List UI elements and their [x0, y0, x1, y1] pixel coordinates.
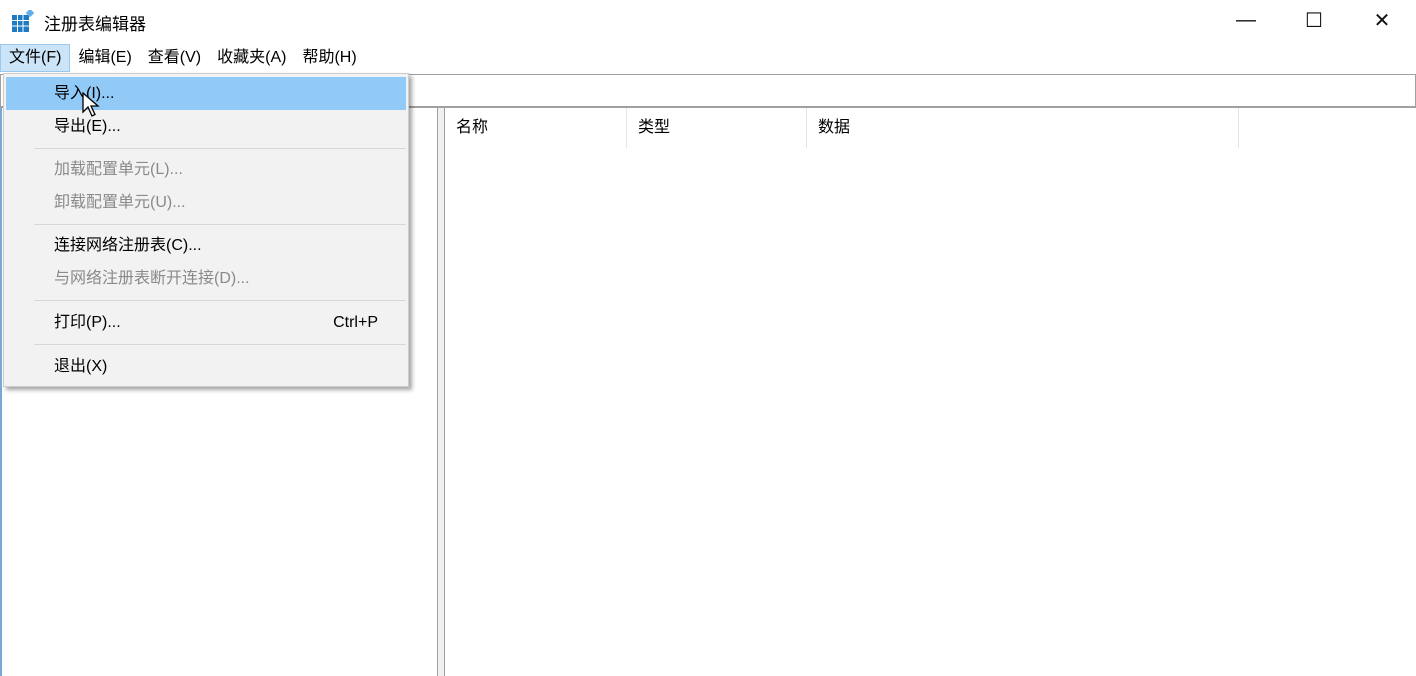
menu-item-disconnect-network-registry: 与网络注册表断开连接(D)...: [6, 262, 406, 295]
menu-separator: [34, 148, 406, 149]
mouse-cursor-icon: [82, 92, 100, 118]
menu-item-load-hive: 加载配置单元(L)...: [6, 153, 406, 186]
column-header-type[interactable]: 类型: [627, 108, 807, 148]
menu-item-export[interactable]: 导出(E)...: [6, 110, 406, 143]
close-button[interactable]: ✕: [1348, 0, 1416, 40]
minimize-button[interactable]: —: [1212, 0, 1280, 40]
menu-bar: 文件(F) 编辑(E) 查看(V) 收藏夹(A) 帮助(H): [0, 44, 1416, 72]
menu-item-connect-network-registry[interactable]: 连接网络注册表(C)...: [6, 229, 406, 262]
menu-item-unload-hive: 卸载配置单元(U)...: [6, 186, 406, 219]
menu-item-exit[interactable]: 退出(X): [6, 350, 406, 383]
menu-separator: [34, 224, 406, 225]
menu-separator: [34, 344, 406, 345]
window-title: 注册表编辑器: [44, 10, 146, 35]
menu-edit[interactable]: 编辑(E): [70, 44, 139, 72]
title-bar: 注册表编辑器 — ☐ ✕: [0, 0, 1416, 42]
file-menu-dropdown: 导入(I)... 导出(E)... 加载配置单元(L)... 卸载配置单元(U)…: [3, 73, 409, 387]
menu-item-print[interactable]: 打印(P)... Ctrl+P: [6, 306, 406, 339]
menu-item-print-label: 打印(P)...: [54, 314, 121, 331]
column-header-data[interactable]: 数据: [807, 108, 1239, 148]
menu-separator: [34, 300, 406, 301]
menu-view[interactable]: 查看(V): [140, 44, 209, 72]
values-list-pane[interactable]: 名称 类型 数据: [445, 108, 1416, 676]
menu-help[interactable]: 帮助(H): [294, 44, 364, 72]
menu-favorites[interactable]: 收藏夹(A): [209, 44, 294, 72]
regedit-app-icon: [12, 10, 34, 32]
menu-item-import[interactable]: 导入(I)...: [6, 77, 406, 110]
menu-file[interactable]: 文件(F): [0, 44, 70, 72]
column-header-name[interactable]: 名称: [445, 108, 627, 148]
pane-splitter[interactable]: [438, 108, 445, 676]
maximize-button[interactable]: ☐: [1280, 0, 1348, 40]
print-shortcut: Ctrl+P: [333, 306, 378, 339]
